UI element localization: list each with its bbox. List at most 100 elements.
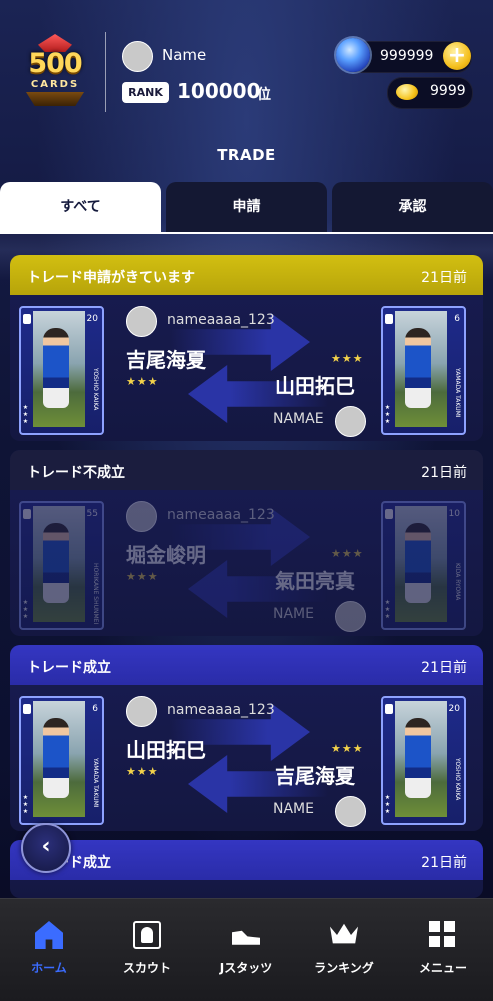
coin-balance: 9999 [430, 83, 466, 99]
trade-status-bar: トレード不成立 21日前 [10, 450, 483, 490]
nav-label: ランキング [314, 961, 374, 975]
card-number: 20 [448, 704, 460, 714]
card-player-name: YAMADA TAKUMI [92, 758, 99, 808]
trader-name: nameaaaa_123 [167, 312, 275, 328]
tab-underline [0, 232, 493, 234]
rank-badge: RANK [122, 82, 169, 103]
player-photo [405, 718, 431, 798]
nav-label: Jスタッツ [219, 961, 273, 975]
coin-icon [396, 84, 418, 100]
player-card-left[interactable]: 20 YOSHIO KAIKA ★★★ [19, 306, 104, 435]
add-gems-button[interactable]: + [443, 42, 471, 70]
player-photo [405, 523, 431, 603]
trade-time: 21日前 [421, 660, 467, 676]
trade-time: 21日前 [421, 270, 467, 286]
my-avatar [335, 796, 366, 827]
nav-label: ホーム [31, 961, 67, 975]
trade-item[interactable]: トレード成立 21日前 6 YAMADA TAKUMI ★★★ 20 YOSHI… [10, 645, 483, 831]
logo-ribbon-icon [26, 92, 84, 106]
offered-player-name: 吉尾海夏 [126, 348, 206, 372]
card-stars: ★★★ [22, 794, 29, 815]
player-card-left[interactable]: 6 YAMADA TAKUMI ★★★ [19, 696, 104, 825]
offered-player-name: 堀金峻明 [126, 543, 206, 567]
nav-jstats[interactable]: Jスタッツ [197, 899, 295, 1001]
back-button[interactable]: ‹ [21, 823, 71, 873]
trade-status: トレード成立 [27, 660, 111, 676]
player-card-right[interactable]: 6 YAMADA TAKUMI ★★★ [381, 306, 466, 435]
offered-player-stars: ★★★ [126, 765, 159, 778]
offered-player-name: 山田拓巳 [126, 738, 206, 762]
club-emblem-icon [385, 314, 393, 324]
grid-menu-icon [429, 921, 457, 949]
player-photo [405, 328, 431, 408]
card-stars: ★★★ [384, 599, 391, 620]
card-number: 55 [86, 509, 98, 519]
my-avatar [335, 406, 366, 437]
card-stars: ★★★ [384, 794, 391, 815]
trader-avatar [126, 501, 157, 532]
player-card-right[interactable]: 10 KIDA RYOMA ★★★ [381, 501, 466, 630]
trader-avatar [126, 306, 157, 337]
logo-text: CARDS [30, 79, 80, 90]
card-number: 6 [454, 314, 460, 324]
header-divider [105, 32, 106, 112]
user-name: Name [162, 46, 207, 64]
player-photo [43, 328, 69, 408]
card-number: 10 [448, 509, 460, 519]
trade-status-bar: トレード成立 21日前 [10, 840, 483, 880]
club-emblem-icon [385, 704, 393, 714]
card-stars: ★★★ [384, 404, 391, 425]
500-cards-logo: 500 CARDS [20, 32, 90, 108]
gem-balance: 999999 [380, 48, 434, 64]
football-boot-icon [232, 930, 260, 945]
club-emblem-icon [23, 509, 31, 519]
trade-item[interactable]: トレード申請がきています 21日前 20 YOSHIO KAIKA ★★★ 6 … [10, 255, 483, 441]
player-photo [43, 523, 69, 603]
trader-name: nameaaaa_123 [167, 507, 275, 523]
player-photo [43, 718, 69, 798]
trade-status: トレード申請がきています [27, 270, 195, 286]
card-number: 20 [86, 314, 98, 324]
requested-player-stars: ★★★ [331, 547, 364, 560]
tab-approvals[interactable]: 承認 [332, 182, 493, 232]
tab-all[interactable]: すべて [0, 182, 161, 232]
card-player-name: HORIKANE SHUNMEI [92, 563, 99, 625]
nav-ranking[interactable]: ランキング [295, 899, 393, 1001]
trade-item[interactable]: トレード不成立 21日前 55 HORIKANE SHUNMEI ★★★ 10 … [10, 450, 483, 636]
my-name: NAME [273, 606, 314, 622]
nav-label: メニュー [418, 961, 467, 975]
nav-home[interactable]: ホーム [0, 899, 98, 1001]
requested-player-name: 山田拓巳 [275, 374, 355, 398]
nav-menu[interactable]: メニュー [394, 899, 492, 1001]
club-emblem-icon [385, 509, 393, 519]
offered-player-stars: ★★★ [126, 375, 159, 388]
trade-time: 21日前 [421, 465, 467, 481]
trade-status: トレード不成立 [27, 465, 125, 481]
tab-requests[interactable]: 申請 [166, 182, 327, 232]
club-emblem-icon [23, 314, 31, 324]
player-card-right[interactable]: 20 YOSHIO KAIKA ★★★ [381, 696, 466, 825]
nav-scout[interactable]: スカウト [98, 899, 196, 1001]
requested-player-name: 吉尾海夏 [275, 764, 355, 788]
player-card-left[interactable]: 55 HORIKANE SHUNMEI ★★★ [19, 501, 104, 630]
card-player-name: KIDA RYOMA [454, 563, 461, 601]
card-player-name: YOSHIO KAIKA [454, 758, 461, 801]
trader-avatar [126, 696, 157, 727]
trade-status-bar: トレード申請がきています 21日前 [10, 255, 483, 295]
user-avatar[interactable] [122, 41, 153, 72]
page-title: TRADE [217, 146, 276, 164]
home-icon [35, 921, 63, 949]
logo-number: 500 [28, 48, 82, 79]
my-avatar [335, 601, 366, 632]
trade-status-bar: トレード成立 21日前 [10, 645, 483, 685]
crown-icon [330, 923, 358, 944]
trade-item[interactable]: トレード成立 21日前 [10, 840, 483, 898]
scout-card-icon [133, 921, 161, 949]
requested-player-stars: ★★★ [331, 742, 364, 755]
my-name: NAME [273, 801, 314, 817]
card-player-name: YOSHIO KAIKA [92, 368, 99, 411]
gem-icon [336, 38, 370, 72]
rank-value: 100000 [177, 79, 261, 103]
rank-unit: 位 [257, 87, 271, 103]
club-emblem-icon [23, 704, 31, 714]
